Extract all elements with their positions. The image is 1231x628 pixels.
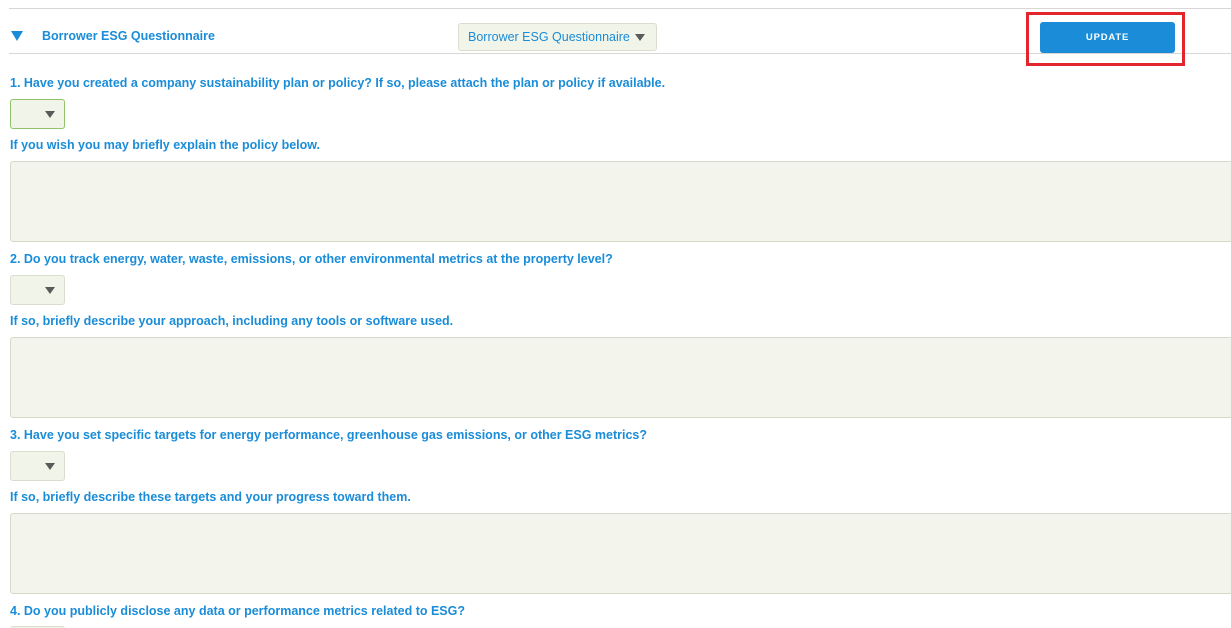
update-button[interactable]: UPDATE bbox=[1040, 22, 1175, 53]
section-title[interactable]: Borrower ESG Questionnaire bbox=[42, 29, 215, 43]
chevron-down-icon bbox=[45, 287, 55, 294]
questionnaire-select[interactable]: Borrower ESG Questionnaire bbox=[458, 23, 657, 51]
esg-questionnaire-page: Borrower ESG Questionnaire Borrower ESG … bbox=[0, 0, 1231, 628]
question-2-answer-select[interactable] bbox=[10, 275, 65, 305]
question-1-followup-label: If you wish you may briefly explain the … bbox=[10, 138, 321, 152]
question-3-explanation-field[interactable] bbox=[10, 513, 1231, 594]
question-2-explanation-field[interactable] bbox=[10, 337, 1231, 418]
question-2-label: 2. Do you track energy, water, waste, em… bbox=[10, 252, 613, 266]
question-1-answer-select[interactable] bbox=[10, 99, 65, 129]
chevron-down-icon bbox=[634, 33, 645, 41]
triangle-down-icon bbox=[11, 31, 23, 41]
questionnaire-select-value: Borrower ESG Questionnaire bbox=[468, 30, 630, 44]
question-2-followup-label: If so, briefly describe your approach, i… bbox=[10, 314, 454, 328]
question-1-explanation-field[interactable] bbox=[10, 161, 1231, 242]
question-3-followup-label: If so, briefly describe these targets an… bbox=[10, 490, 411, 504]
question-4-label: 4. Do you publicly disclose any data or … bbox=[10, 604, 465, 618]
top-divider bbox=[9, 8, 1231, 9]
collapse-toggle[interactable] bbox=[9, 29, 25, 43]
chevron-down-icon bbox=[45, 463, 55, 470]
question-3-label: 3. Have you set specific targets for ene… bbox=[10, 428, 648, 442]
question-3-answer-select[interactable] bbox=[10, 451, 65, 481]
question-1-label: 1. Have you created a company sustainabi… bbox=[10, 76, 666, 90]
chevron-down-icon bbox=[45, 111, 55, 118]
